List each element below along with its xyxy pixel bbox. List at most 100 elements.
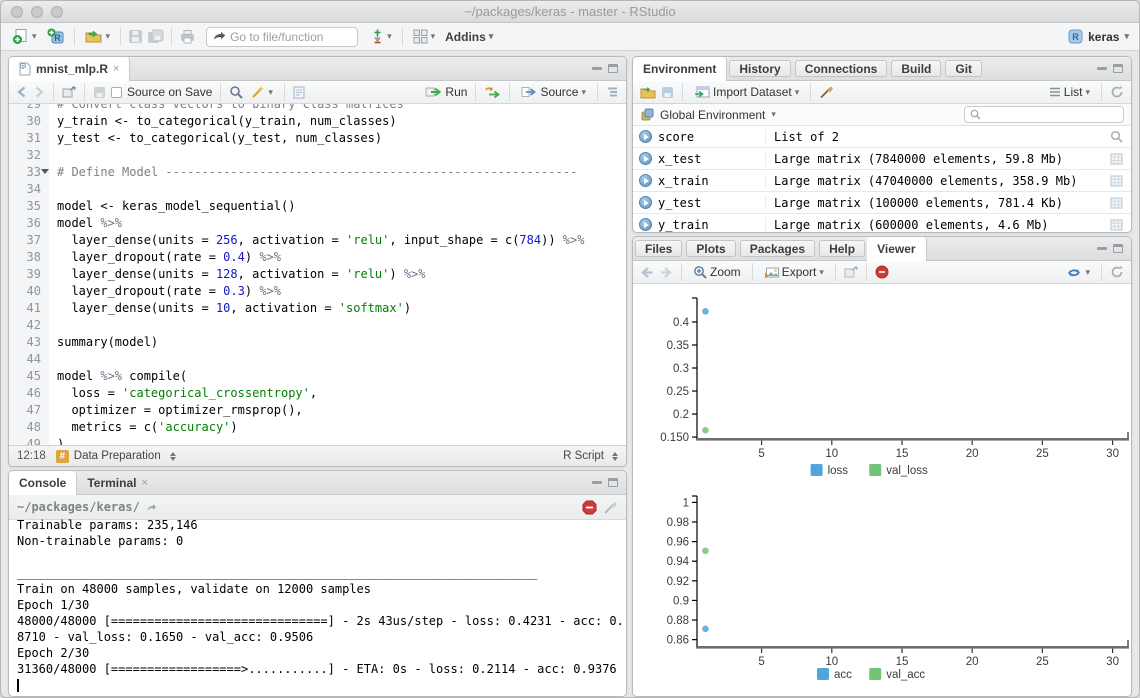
clear-environment-icon[interactable] — [819, 85, 834, 99]
save-workspace-icon[interactable] — [661, 86, 674, 99]
popout-icon[interactable] — [844, 266, 858, 278]
new-project-button[interactable]: R — [44, 26, 67, 47]
view-table-icon[interactable] — [1107, 197, 1125, 209]
minimize-pane-icon[interactable] — [592, 67, 602, 70]
view-table-icon[interactable] — [1107, 175, 1125, 187]
expand-icon[interactable] — [639, 174, 652, 187]
export-plot-button[interactable]: Export ▾ — [761, 263, 827, 281]
back-icon[interactable] — [16, 86, 28, 98]
code-line[interactable]: 45model %>% compile( — [9, 368, 626, 385]
import-dataset-button[interactable]: Import Dataset ▾ — [691, 83, 802, 101]
stop-icon[interactable] — [582, 500, 597, 515]
minimize-pane-icon[interactable] — [1097, 67, 1107, 70]
tab-help[interactable]: Help — [819, 240, 865, 257]
project-selector[interactable]: R keras ▾ — [1068, 29, 1129, 44]
save-all-icon[interactable] — [147, 29, 164, 44]
code-line[interactable]: 38 layer_dropout(rate = 0.4) %>% — [9, 249, 626, 266]
expand-icon[interactable] — [639, 130, 652, 143]
minimize-pane-icon[interactable] — [1097, 247, 1107, 250]
code-line[interactable]: 41 layer_dense(units = 10, activation = … — [9, 300, 626, 317]
source-button[interactable]: Source ▾ — [518, 83, 589, 101]
maximize-pane-icon[interactable] — [1113, 244, 1123, 253]
source-on-save-checkbox[interactable] — [111, 87, 122, 98]
environment-search-input[interactable] — [985, 109, 1118, 121]
code-line[interactable]: 32 — [9, 147, 626, 164]
code-line[interactable]: 37 layer_dense(units = 256, activation =… — [9, 232, 626, 249]
maximize-pane-icon[interactable] — [608, 478, 618, 487]
code-line[interactable]: 44 — [9, 351, 626, 368]
load-workspace-icon[interactable] — [640, 86, 656, 99]
tab-terminal[interactable]: Terminal × — [77, 471, 158, 494]
code-tools-button[interactable]: ▾ — [248, 83, 276, 101]
environment-scope[interactable]: Global Environment ▾ — [633, 104, 1131, 126]
code-line[interactable]: 31y_test <- to_categorical(y_test, num_c… — [9, 130, 626, 147]
code-line[interactable]: 33# Define Model -----------------------… — [9, 164, 626, 181]
code-line[interactable]: 40 layer_dropout(rate = 0.3) %>% — [9, 283, 626, 300]
refresh-icon[interactable] — [1110, 265, 1124, 279]
code-editor[interactable]: 29# Convert class vectors to binary clas… — [9, 104, 626, 445]
print-icon[interactable] — [179, 29, 196, 44]
panes-layout-button[interactable]: ▾ — [410, 27, 439, 46]
addins-menu[interactable]: Addins ▾ — [442, 28, 496, 46]
expand-icon[interactable] — [639, 196, 652, 209]
tab-mnist-mlp[interactable]: R mnist_mlp.R × — [9, 57, 130, 81]
code-line[interactable]: 30y_train <- to_categorical(y_train, num… — [9, 113, 626, 130]
code-line[interactable]: 43summary(model) — [9, 334, 626, 351]
close-icon[interactable]: × — [141, 477, 147, 489]
back-icon[interactable] — [640, 266, 654, 279]
code-line[interactable]: 35model <- keras_model_sequential() — [9, 198, 626, 215]
tab-history[interactable]: History — [729, 60, 790, 77]
save-icon[interactable] — [93, 86, 106, 99]
code-line[interactable]: 47 optimizer = optimizer_rmsprop(), — [9, 402, 626, 419]
refresh-icon[interactable] — [1110, 85, 1124, 99]
code-line[interactable]: 36model %>% — [9, 215, 626, 232]
document-outline-icon[interactable] — [606, 86, 619, 98]
close-icon[interactable]: × — [113, 63, 119, 75]
view-table-icon[interactable] — [1107, 153, 1125, 165]
maximize-pane-icon[interactable] — [608, 64, 618, 73]
tab-build[interactable]: Build — [891, 60, 941, 77]
section-selector[interactable]: # Data Preparation — [56, 450, 176, 463]
new-file-button[interactable]: ▾ — [9, 26, 40, 47]
environment-row[interactable]: x_trainLarge matrix (47040000 elements, … — [633, 170, 1131, 192]
view-table-icon[interactable] — [1107, 219, 1125, 231]
rerun-icon[interactable] — [484, 86, 501, 98]
sync-button[interactable]: ▾ — [1063, 264, 1093, 281]
tab-environment[interactable]: Environment — [633, 57, 727, 81]
code-line[interactable]: 39 layer_dense(units = 128, activation =… — [9, 266, 626, 283]
version-control-button[interactable]: ▾ — [368, 27, 395, 46]
tab-git[interactable]: Git — [945, 60, 982, 77]
code-line[interactable]: 34 — [9, 181, 626, 198]
environment-row[interactable]: x_testLarge matrix (7840000 elements, 59… — [633, 148, 1131, 170]
tab-connections[interactable]: Connections — [795, 60, 888, 77]
clear-console-icon[interactable] — [603, 500, 618, 515]
console-output[interactable]: Trainable params: 235,146Non-trainable p… — [9, 517, 626, 696]
tab-files[interactable]: Files — [635, 240, 682, 257]
forward-icon[interactable] — [659, 266, 673, 279]
zoom-plot-button[interactable]: Zoom — [690, 263, 744, 281]
minimize-pane-icon[interactable] — [592, 481, 602, 484]
popout-icon[interactable] — [62, 86, 76, 98]
code-line[interactable]: 29# Convert class vectors to binary clas… — [9, 104, 626, 113]
tab-viewer[interactable]: Viewer — [867, 237, 926, 261]
tab-plots[interactable]: Plots — [686, 240, 735, 257]
code-line[interactable]: 46 loss = 'categorical_crossentropy', — [9, 385, 626, 402]
goto-file-input[interactable] — [230, 30, 351, 44]
fold-icon[interactable] — [41, 169, 49, 174]
code-line[interactable]: 42 — [9, 317, 626, 334]
environment-row[interactable]: scoreList of 2 — [633, 126, 1131, 148]
environment-row[interactable]: y_trainLarge matrix (600000 elements, 4.… — [633, 214, 1131, 232]
expand-icon[interactable] — [639, 152, 652, 165]
tab-packages[interactable]: Packages — [740, 240, 815, 257]
run-button[interactable]: Run — [425, 85, 467, 99]
forward-icon[interactable] — [33, 86, 45, 98]
save-icon[interactable] — [128, 29, 143, 44]
search-icon[interactable] — [229, 85, 243, 99]
tab-console[interactable]: Console — [9, 471, 77, 495]
list-view-button[interactable]: List ▾ — [1046, 83, 1093, 101]
doc-type-selector[interactable]: R Script — [563, 450, 618, 462]
maximize-pane-icon[interactable] — [1113, 64, 1123, 73]
goto-file-search[interactable] — [206, 27, 358, 47]
environment-row[interactable]: y_testLarge matrix (100000 elements, 781… — [633, 192, 1131, 214]
code-line[interactable]: 49) — [9, 436, 626, 445]
